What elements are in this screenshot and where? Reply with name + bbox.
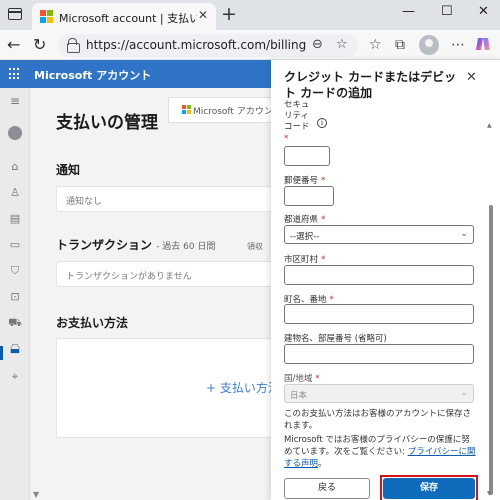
postal-code-input[interactable]: [284, 186, 334, 206]
tab-close-icon[interactable]: ✕: [198, 8, 208, 22]
postal-code-label: 郵便番号 *: [284, 176, 326, 186]
person-icon[interactable]: ♙: [8, 186, 22, 199]
lock-nav-icon[interactable]: ⊡: [8, 290, 22, 303]
microsoft-logo-icon: [182, 105, 191, 114]
panel-scrollbar-thumb[interactable]: [489, 205, 493, 495]
transactions-empty-text: トランザクションがありません: [66, 272, 192, 282]
payment-methods-heading: お支払い方法: [56, 316, 129, 330]
street-input[interactable]: [284, 304, 474, 324]
chevron-down-icon: ⌄: [460, 229, 468, 239]
new-tab-button[interactable]: +: [221, 3, 237, 25]
country-select-value: 日本: [290, 391, 308, 401]
app-launcher-icon[interactable]: [9, 68, 21, 80]
tab-title: Microsoft account | 支払いオプション: [59, 12, 197, 25]
info-icon[interactable]: i: [317, 118, 327, 128]
devices-icon[interactable]: ▭: [8, 238, 22, 251]
prefecture-select[interactable]: --選択-- ⌄: [284, 225, 474, 244]
location-icon[interactable]: ⌖: [8, 370, 22, 384]
building-label: 建物名、部屋番号 (省略可): [284, 334, 387, 344]
chevron-down-icon: ⌄: [460, 388, 468, 398]
menu-icon[interactable]: ≡: [8, 94, 22, 108]
lock-icon[interactable]: [67, 38, 80, 53]
add-payment-method-link[interactable]: + 支払い方法: [206, 379, 280, 396]
info-card-icon[interactable]: ▤: [8, 212, 22, 225]
panel-title: クレジット カードまたはデビット カードの追加: [284, 70, 457, 100]
prefecture-label: 都道府県 *: [284, 215, 326, 225]
country-label: 国/地域 *: [284, 374, 320, 384]
refresh-icon[interactable]: ↻: [33, 35, 46, 54]
notifications-card: 通知なし: [56, 186, 280, 212]
back-button[interactable]: 戻る: [284, 478, 370, 499]
account-avatar-icon[interactable]: [8, 126, 22, 140]
privacy-notice: Microsoft ではお客様のプライバシーの保護に努めています。次をご覧くださ…: [284, 435, 476, 469]
profile-icon[interactable]: [419, 35, 439, 55]
city-label: 市区町村 *: [284, 255, 326, 265]
active-indicator: [0, 346, 3, 360]
account-card[interactable]: Microsoft アカウント: [168, 97, 282, 123]
home-icon[interactable]: ⌂: [8, 160, 22, 173]
required-mark: *: [284, 134, 289, 144]
back-icon[interactable]: ←: [7, 35, 20, 54]
microsoft-logo-icon: [40, 10, 53, 23]
transactions-note: - 過去 60 日間: [156, 242, 216, 252]
cart-icon[interactable]: ⛟: [8, 316, 22, 331]
transactions-heading: トランザクション - 過去 60 日間: [56, 236, 216, 253]
app-title[interactable]: Microsoft アカウント: [34, 67, 151, 83]
scroll-up-icon[interactable]: ▲: [487, 122, 492, 129]
tab-actions-icon[interactable]: [8, 8, 22, 20]
copilot-icon[interactable]: [474, 35, 492, 53]
favorites-icon[interactable]: ☆: [369, 37, 382, 53]
favorite-icon[interactable]: ☆: [336, 37, 348, 52]
zoom-icon[interactable]: ⊖: [312, 37, 323, 52]
payment-card-icon[interactable]: ▬: [8, 344, 22, 357]
page-title: 支払いの管理: [56, 113, 158, 133]
cvv-input[interactable]: [284, 146, 330, 166]
receipt-link[interactable]: 領収: [247, 241, 263, 252]
country-select: 日本 ⌄: [284, 384, 474, 403]
close-icon[interactable]: ✕: [466, 70, 477, 85]
page-scroll-down-icon[interactable]: ▼: [33, 490, 39, 499]
url-field[interactable]: https://account.microsoft.com/billing/pa…: [58, 34, 358, 57]
prefecture-select-value: --選択--: [290, 232, 320, 242]
cvv-label: セキュリティコード: [284, 100, 310, 132]
shield-icon[interactable]: ⛉: [8, 264, 22, 278]
account-card-label: Microsoft アカウント: [193, 107, 282, 117]
notifications-empty-text: 通知なし: [66, 197, 103, 207]
maximize-button[interactable]: ☐: [441, 4, 453, 19]
building-input[interactable]: [284, 344, 474, 364]
browser-tab[interactable]: Microsoft account | 支払いオプション ✕: [32, 3, 216, 30]
add-card-panel: クレジット カードまたはデビット カードの追加 ✕ ▲ ▼ セキュリティコード …: [271, 60, 500, 500]
minimize-button[interactable]: —: [402, 4, 415, 19]
transactions-title: トランザクション: [56, 238, 153, 252]
browser-tab-bar: Microsoft account | 支払いオプション ✕ + — ☐ ✕: [0, 0, 500, 30]
city-input[interactable]: [284, 265, 474, 285]
scroll-down-icon[interactable]: ▼: [487, 490, 492, 497]
split-screen-icon[interactable]: ⧉: [395, 37, 405, 53]
save-button[interactable]: 保存: [383, 478, 475, 499]
left-nav-rail: ≡ ⌂ ♙ ▤ ▭ ⛉ ⊡ ⛟ ⎔ ▬ ⌖: [0, 88, 30, 500]
saved-notice: このお支払い方法はお客様のアカウントに保存されます。: [284, 409, 472, 431]
more-icon[interactable]: ⋯: [451, 37, 465, 53]
url-text[interactable]: https://account.microsoft.com/billing/pa…: [86, 38, 306, 52]
notifications-heading: 通知: [56, 163, 81, 177]
transactions-card: トランザクションがありません: [56, 261, 280, 287]
close-window-button[interactable]: ✕: [478, 4, 489, 19]
